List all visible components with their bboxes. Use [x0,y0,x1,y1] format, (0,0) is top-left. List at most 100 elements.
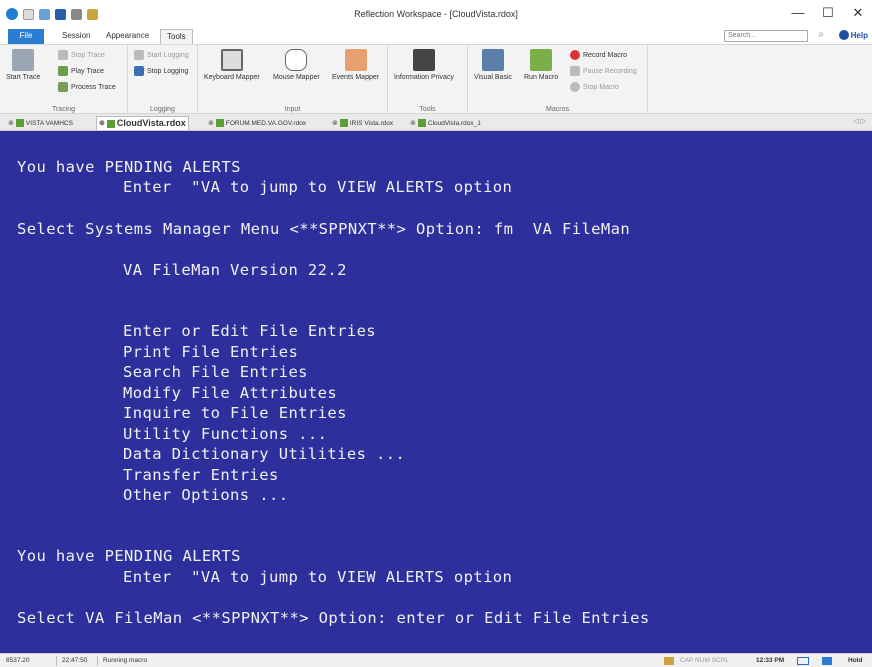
close-icon[interactable]: ⊗ [332,117,338,130]
run-macro-button[interactable]: Run Macro [524,49,558,81]
group-label-input: Input [284,106,301,113]
menu-option: Transfer Entries [123,466,279,484]
group-input: Keyboard Mapper Mouse Mapper Events Mapp… [198,45,388,115]
doc-tab-cloudvista[interactable]: ⊗ CloudVista.rdox [96,116,189,130]
network-icon[interactable] [822,657,832,665]
document-icon [15,119,24,127]
search-input[interactable]: Search... [724,30,808,42]
document-icon [339,119,348,127]
privacy-icon [412,49,435,71]
close-icon[interactable]: ⊗ [99,117,105,130]
tab-scroll-arrows[interactable]: ◁ ▷ [853,117,866,125]
search-icon[interactable]: ⌕ [818,29,824,40]
visual-basic-button[interactable]: Visual Basic [474,49,512,81]
terminal-line: Enter "VA to jump to VIEW ALERTS option [123,568,513,586]
doc-tab-label: IRIS Vista.rdox [349,119,394,127]
lock-icon [664,657,674,665]
window-controls: — ☐ ✕ [790,5,866,21]
mouse-icon [285,49,308,71]
group-label-macros: Macros [546,106,569,113]
terminal-prompt-line: Select VA FileMan <**SPPNXT**> Option: e… [17,609,650,627]
maximize-button[interactable]: ☐ [820,5,836,21]
process-trace-button[interactable]: Process Trace [58,82,116,92]
window-title: Reflection Workspace - [CloudVista.rdox] [354,9,518,19]
tab-session[interactable]: Session [56,29,96,44]
keyboard-mapper-button[interactable]: Keyboard Mapper [204,49,260,81]
pause-recording-button[interactable]: Pause Recording [570,66,637,76]
start-logging-icon [134,50,144,60]
stop-macro-label: Stop Macro [583,83,619,91]
start-logging-button[interactable]: Start Logging [134,50,189,60]
visual-basic-icon [482,49,504,71]
pause-recording-label: Pause Recording [583,67,637,75]
document-tabs: ⊗ VISTA VAMHCS ⊗ CloudVista.rdox ⊗ FORUM… [0,114,872,131]
terminal-line: Enter "VA to jump to VIEW ALERTS option [123,178,513,196]
close-icon[interactable]: ⊗ [208,117,214,130]
record-macro-button[interactable]: Record Macro [570,50,627,60]
run-macro-icon [530,49,553,71]
keyboard-icon [220,49,243,71]
document-icon [417,119,426,127]
record-icon [570,50,580,60]
status-time: 12:33 PM [756,657,785,664]
doc-tab-label: VISTA VAMHCS [25,119,73,127]
help-button[interactable]: Help [838,30,868,40]
group-macros: Visual Basic Run Macro Record Macro Paus… [468,45,648,115]
doc-tab-iris-vista[interactable]: ⊗ IRIS Vista.rdox [330,116,395,130]
stop-trace-button[interactable]: Stop Trace [58,50,105,60]
doc-tab-label: FORUM.MED.VA.GOV.rdox [225,119,307,127]
close-button[interactable]: ✕ [850,5,866,21]
mouse-mapper-button[interactable]: Mouse Mapper [273,49,320,81]
menu-option: Utility Functions ... [123,425,328,443]
ribbon: Start Trace Stop Trace Play Trace Proces… [0,44,872,115]
minimize-button[interactable]: — [790,5,806,21]
information-privacy-label: Information Privacy [394,74,454,81]
close-icon[interactable]: ⊗ [410,117,416,130]
group-label-logging: Logging [150,106,175,113]
tab-file[interactable]: File [8,29,44,44]
document-icon [106,119,115,128]
group-label-tracing: Tracing [51,106,76,113]
events-icon [344,49,367,71]
terminal-line: VA FileMan Version 22.2 [123,261,347,279]
group-tracing: Start Trace Stop Trace Play Trace Proces… [0,45,128,115]
stop-icon [570,82,580,92]
keyboard-indicators: CAP NUM SCRL [680,657,730,664]
doc-tab-vista-vamhcs[interactable]: ⊗ VISTA VAMHCS [6,116,75,130]
close-icon[interactable]: ⊗ [8,117,14,130]
stop-logging-label: Stop Logging [147,67,189,75]
terminal-line: Select Systems Manager Menu <**SPPNXT**>… [17,220,631,238]
status-divider [97,656,98,666]
tab-appearance[interactable]: Appearance [100,29,155,44]
status-position: 8537.20 [6,657,30,664]
title-bar: Reflection Workspace - [CloudVista.rdox]… [0,0,872,28]
information-privacy-button[interactable]: Information Privacy [394,49,454,81]
menu-option: Data Dictionary Utilities ... [123,445,406,463]
menu-option: Other Options ... [123,486,289,504]
start-trace-button[interactable]: Start Trace [6,49,40,81]
help-label: Help [850,30,868,40]
pause-icon [570,66,580,76]
start-trace-icon [12,49,35,71]
terminal-line: You have PENDING ALERTS [17,547,241,565]
doc-tab-forum[interactable]: ⊗ FORUM.MED.VA.GOV.rdox [206,116,308,130]
play-trace-button[interactable]: Play Trace [58,66,104,76]
group-logging: Start Logging Stop Logging Logging [128,45,198,115]
menu-option: Enter or Edit File Entries [123,322,377,340]
help-icon [838,30,849,40]
screen-icon[interactable] [797,657,809,665]
doc-tab-label: CloudVista.rdox [116,118,186,128]
tab-tools[interactable]: Tools [160,29,193,44]
doc-tab-cloudvista-1[interactable]: ⊗ CloudVista.rdox_1 [408,116,483,130]
stop-logging-button[interactable]: Stop Logging [134,66,188,76]
terminal-line: You have PENDING ALERTS [17,158,241,176]
start-logging-label: Start Logging [147,51,189,59]
menu-option: Modify File Attributes [123,384,338,402]
terminal-screen[interactable]: You have PENDING ALERTS Enter "VA to jum… [0,131,872,653]
visual-basic-label: Visual Basic [474,74,513,81]
group-tools: Information Privacy Tools [388,45,468,115]
menu-option: Print File Entries [123,343,299,361]
stop-macro-button[interactable]: Stop Macro [570,82,619,92]
events-mapper-button[interactable]: Events Mapper [332,49,379,81]
group-label-tools: Tools [419,106,436,113]
